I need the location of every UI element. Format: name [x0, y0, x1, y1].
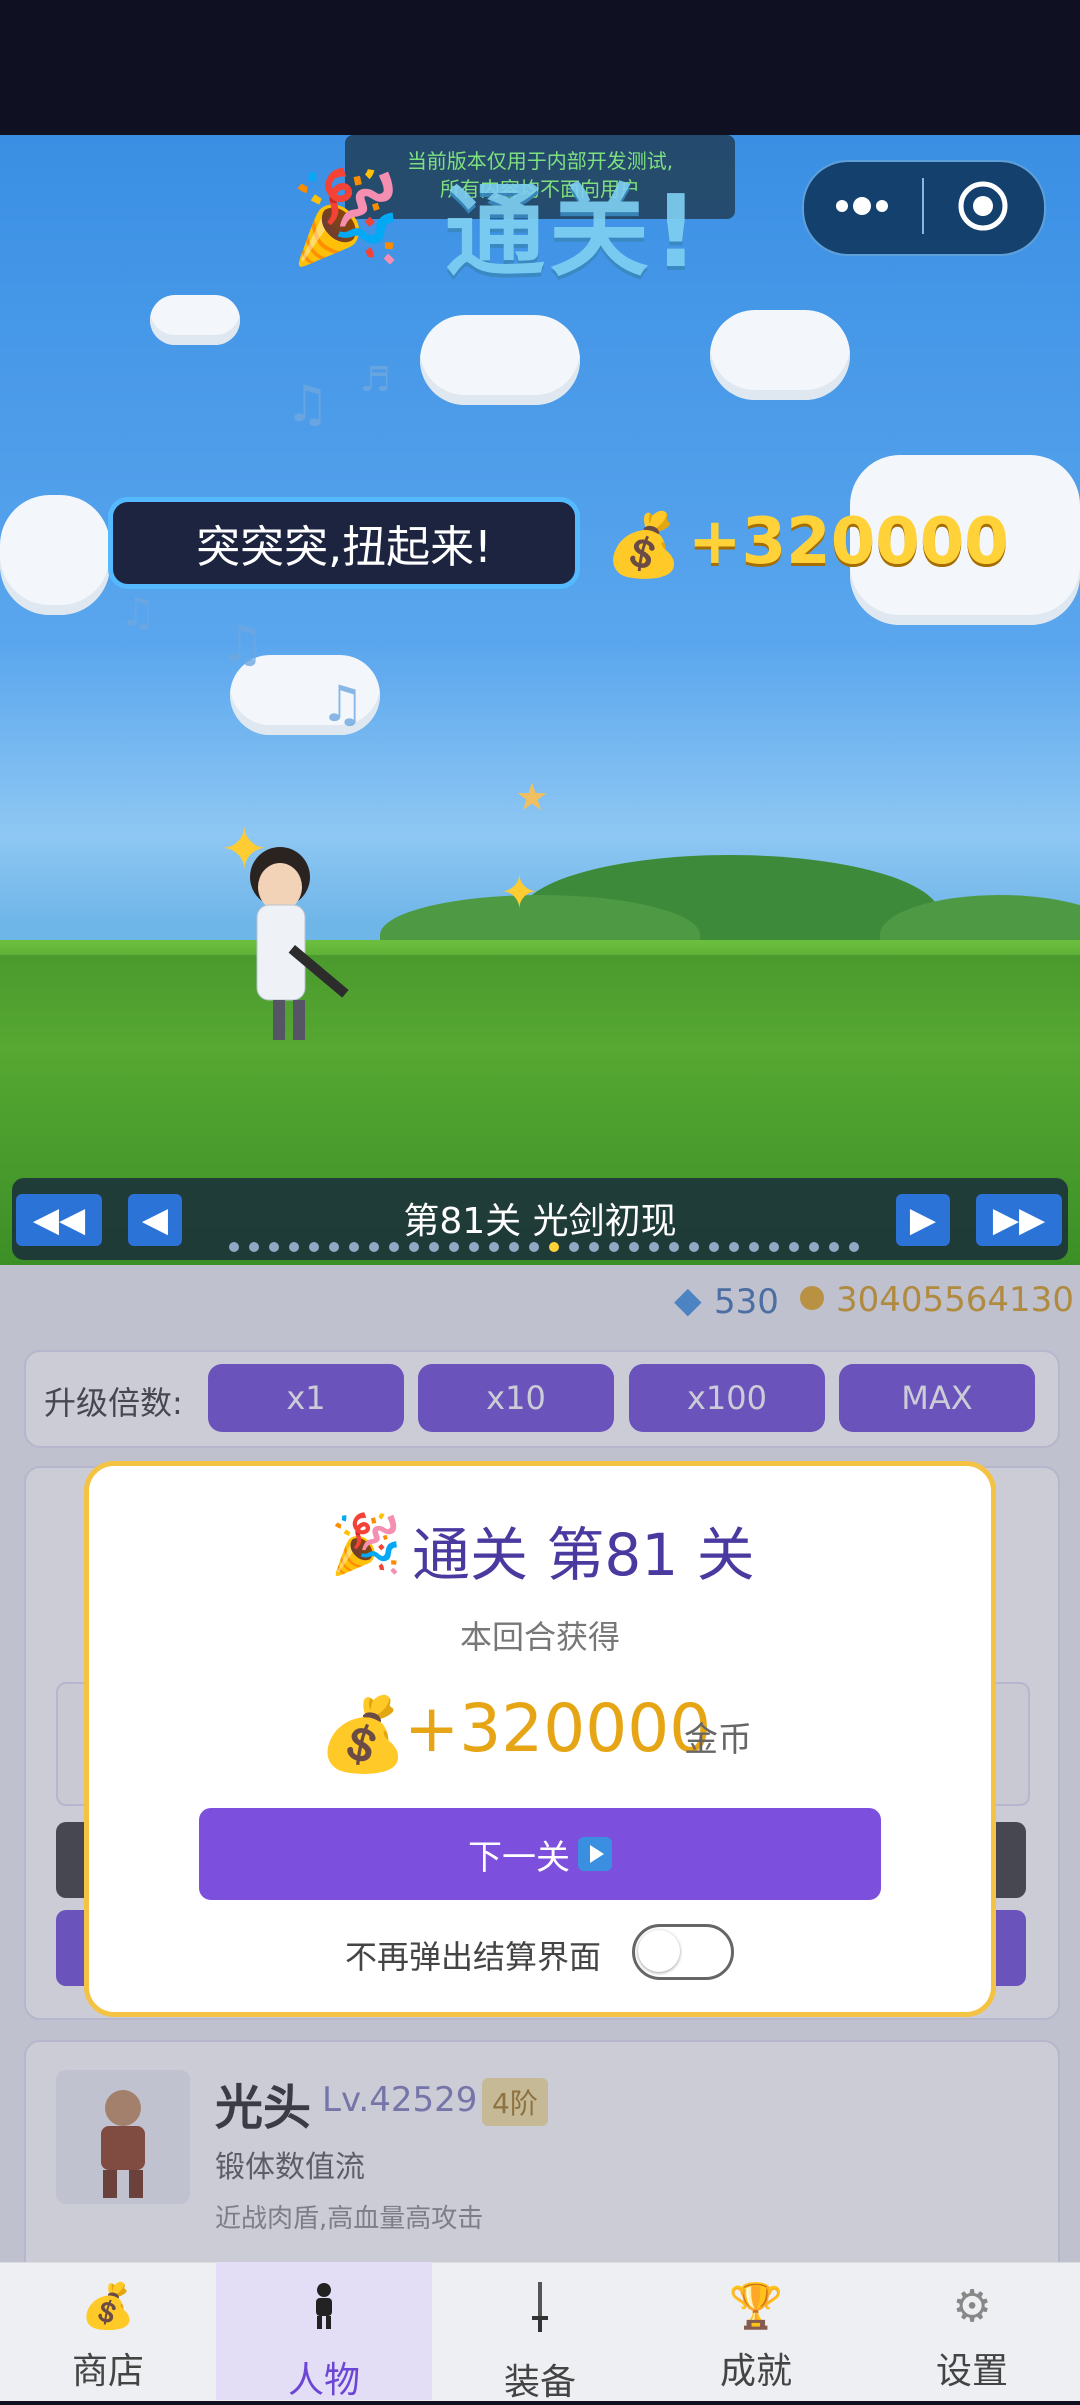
- progress-dot: [829, 1242, 839, 1252]
- clear-banner-title: 通关!: [445, 173, 703, 290]
- modal-reward-unit: 金币: [684, 1720, 752, 1760]
- party-popper-icon: 🎉: [330, 1510, 403, 1578]
- cloud: [710, 310, 850, 400]
- more-button[interactable]: [802, 160, 922, 252]
- progress-dot: [609, 1242, 619, 1252]
- cloud: [150, 295, 240, 345]
- progress-dot: [769, 1242, 779, 1252]
- target-icon: [958, 181, 1008, 231]
- progress-dot: [729, 1242, 739, 1252]
- music-note-icon: ♫: [320, 675, 365, 733]
- level-progress-dots: [229, 1242, 859, 1252]
- tab-settings[interactable]: ⚙ 设置: [864, 2262, 1080, 2400]
- progress-dot: [449, 1242, 459, 1252]
- progress-dot: [349, 1242, 359, 1252]
- progress-dot: [809, 1242, 819, 1252]
- next-level-modal-button[interactable]: 下一关: [199, 1808, 881, 1900]
- play-icon: [578, 1837, 612, 1871]
- tab-equipment[interactable]: 装备: [432, 2262, 648, 2403]
- progress-dot: [589, 1242, 599, 1252]
- progress-dot: [229, 1242, 239, 1252]
- level-label: 第81关 光剑初现: [403, 1201, 677, 1242]
- person-icon: [216, 2282, 432, 2341]
- music-note-icon: ♫: [285, 375, 330, 433]
- sword-icon: [432, 2282, 648, 2343]
- next-level-button[interactable]: ▶: [896, 1194, 950, 1246]
- progress-dot: [669, 1242, 679, 1252]
- cloud: [420, 315, 580, 405]
- progress-dot: [329, 1242, 339, 1252]
- first-level-button[interactable]: ◀◀: [16, 1194, 102, 1246]
- speech-bubble: 突突突,扭起来!: [108, 497, 580, 589]
- progress-dot: [749, 1242, 759, 1252]
- progress-dot: [469, 1242, 479, 1252]
- progress-dot: [549, 1242, 559, 1252]
- player-character: [250, 847, 349, 1040]
- progress-dot: [629, 1242, 639, 1252]
- progress-dot: [689, 1242, 699, 1252]
- progress-dot: [569, 1242, 579, 1252]
- music-note-icon: ♫: [120, 590, 156, 636]
- tab-achievements[interactable]: 🏆 成就: [648, 2262, 864, 2400]
- tab-label: 人物: [287, 2360, 360, 2401]
- progress-dot: [369, 1242, 379, 1252]
- modal-subtitle: 本回合获得: [459, 1618, 620, 1656]
- tab-label: 成就: [719, 2351, 792, 2392]
- music-note-icon: ♬: [360, 360, 391, 400]
- tab-characters[interactable]: 人物: [216, 2262, 432, 2401]
- sparkle-icon: ✦: [500, 865, 539, 919]
- progress-dot: [789, 1242, 799, 1252]
- money-bag-icon: 💰: [318, 1692, 408, 1776]
- gear-icon: ⚙: [952, 2281, 992, 2332]
- progress-dot: [289, 1242, 299, 1252]
- music-note-icon: ♫: [220, 615, 265, 673]
- cloud: [0, 495, 110, 615]
- progress-dot: [489, 1242, 499, 1252]
- progress-dot: [429, 1242, 439, 1252]
- more-dots-icon: [836, 197, 888, 215]
- progress-dot: [389, 1242, 399, 1252]
- next-button-label: 下一关: [468, 1837, 570, 1878]
- progress-dot: [309, 1242, 319, 1252]
- toggle-label: 不再弹出结算界面: [345, 1938, 602, 1976]
- progress-dot: [849, 1242, 859, 1252]
- progress-dot: [529, 1242, 539, 1252]
- progress-dot: [649, 1242, 659, 1252]
- prev-level-button[interactable]: ◀: [128, 1194, 182, 1246]
- star-icon: ★: [515, 775, 550, 819]
- tab-label: 装备: [503, 2362, 576, 2403]
- tab-label: 商店: [71, 2351, 144, 2392]
- last-level-button[interactable]: ▶▶: [976, 1194, 1062, 1246]
- tab-shop[interactable]: 💰 商店: [0, 2262, 216, 2400]
- progress-dot: [269, 1242, 279, 1252]
- bag-icon: 💰: [80, 2281, 136, 2332]
- progress-dot: [249, 1242, 259, 1252]
- trophy-icon: 🏆: [728, 2281, 784, 2332]
- tab-label: 设置: [935, 2351, 1008, 2392]
- progress-dot: [509, 1242, 519, 1252]
- progress-dot: [709, 1242, 719, 1252]
- close-miniprogram-button[interactable]: [924, 160, 1042, 252]
- reward-amount: +320000: [688, 505, 1009, 579]
- modal-title: 通关 第81 关: [412, 1521, 755, 1589]
- game-scene: ♫ ♬ ♫ ♫ ♫ ✦ ✦ ★: [0, 135, 1080, 1265]
- modal-reward-amount: +320000: [404, 1690, 712, 1767]
- status-area: [0, 0, 1080, 135]
- toggle-knob[interactable]: [638, 1930, 680, 1972]
- party-popper-icon: 🎉: [290, 165, 403, 270]
- money-bag-icon: 💰: [605, 508, 683, 581]
- progress-dot: [409, 1242, 419, 1252]
